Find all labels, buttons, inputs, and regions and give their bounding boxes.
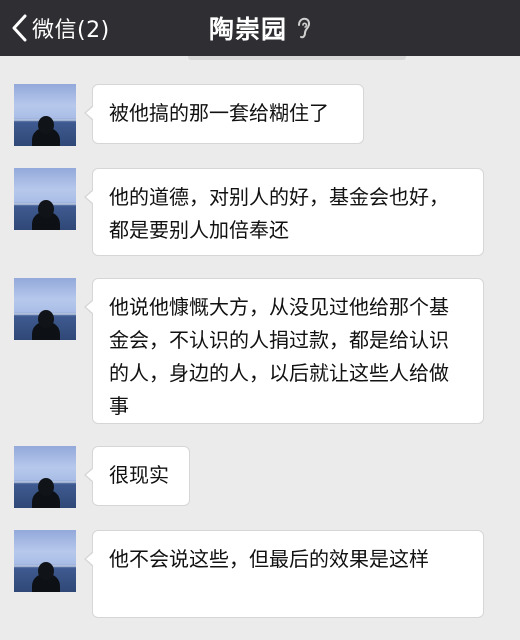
avatar[interactable] bbox=[14, 530, 76, 592]
message-text: 他不会说这些，但最后的效果是这样 bbox=[109, 547, 429, 571]
nav-bar: 微信(2) 陶崇园 bbox=[0, 0, 520, 56]
avatar[interactable] bbox=[14, 446, 76, 508]
message-bubble[interactable]: 他说他慷慨大方，从没见过他给那个基金会，不认识的人捐过款，都是给认识的人，身边的… bbox=[84, 278, 484, 424]
message-text: 被他搞的那一套给糊住了 bbox=[109, 101, 329, 125]
avatar[interactable] bbox=[14, 84, 76, 146]
page-title: 陶崇园 bbox=[208, 15, 287, 44]
avatar[interactable] bbox=[14, 278, 76, 340]
message-bubble[interactable]: 被他搞的那一套给糊住了 bbox=[84, 84, 364, 144]
message-text: 他说他慷慨大方，从没见过他给那个基金会，不认识的人捐过款，都是给认识的人，身边的… bbox=[109, 295, 449, 418]
message-bubble[interactable]: 很现实 bbox=[84, 446, 190, 506]
avatar[interactable] bbox=[14, 168, 76, 230]
partial-message-bubble bbox=[188, 56, 406, 60]
message-bubble[interactable]: 他的道德，对别人的好，基金会也好，都是要别人加倍奉还 bbox=[84, 168, 484, 256]
ear-icon bbox=[295, 16, 311, 40]
title-area: 陶崇园 bbox=[0, 0, 520, 56]
message-text: 他的道德，对别人的好，基金会也好，都是要别人加倍奉还 bbox=[109, 185, 449, 242]
message-bubble[interactable]: 他不会说这些，但最后的效果是这样 bbox=[84, 530, 484, 618]
message-text: 很现实 bbox=[109, 463, 169, 487]
